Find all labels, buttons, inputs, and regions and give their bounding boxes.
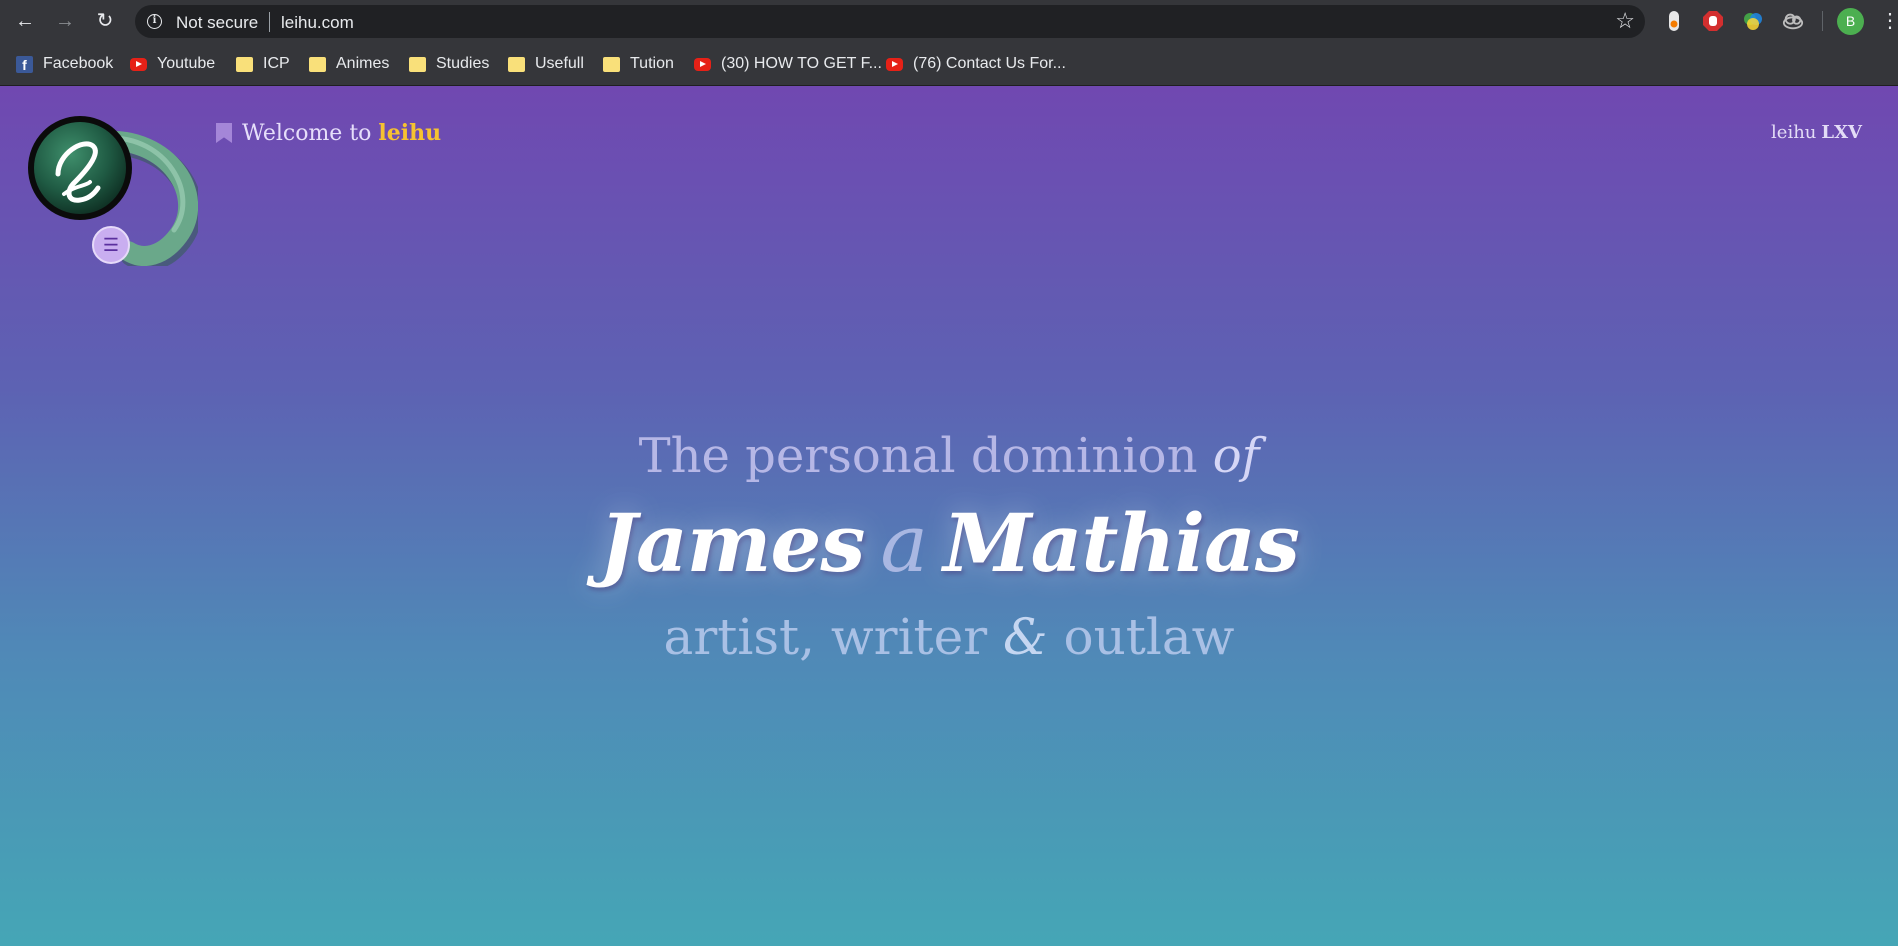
bookmark-label: ICP	[263, 55, 290, 72]
hero-line3-b: outlaw	[1063, 608, 1235, 666]
bookmark-label: Facebook	[43, 55, 114, 72]
url-text[interactable]: leihu.com	[281, 13, 354, 33]
address-separator	[269, 12, 270, 32]
cloud-extension-icon[interactable]	[1782, 10, 1804, 32]
folder-icon	[603, 56, 620, 72]
security-label[interactable]: Not secure	[176, 13, 258, 33]
facebook-icon: f	[16, 55, 33, 73]
bookmark-usefull[interactable]: Usefull	[508, 53, 584, 75]
bookmark-label: Tution	[630, 55, 674, 72]
youtube-icon	[694, 57, 711, 71]
bookmark-icp[interactable]: ICP	[236, 53, 290, 75]
bookmark-video-30[interactable]: (30) HOW TO GET F...	[694, 53, 882, 75]
hero-name: James a Mathias	[0, 496, 1898, 590]
hero-first-name: James	[599, 496, 865, 590]
hero-line3-a: artist, writer	[663, 608, 988, 666]
menu-button[interactable]: ☰	[92, 226, 130, 264]
bookmark-facebook[interactable]: f Facebook	[16, 53, 113, 75]
youtube-icon	[886, 57, 903, 71]
hero-tagline: The personal dominion of	[0, 428, 1898, 484]
back-arrow-icon[interactable]: ←	[12, 8, 38, 34]
forward-arrow-icon[interactable]: →	[52, 8, 78, 34]
reload-icon[interactable]: ↻	[92, 8, 118, 34]
bookmark-tution[interactable]: Tution	[603, 53, 674, 75]
bookmark-label: Studies	[436, 55, 490, 72]
address-bar[interactable]: i Not secure leihu.com ☆	[135, 5, 1645, 38]
version-number: LXV	[1821, 122, 1862, 143]
bookmark-animes[interactable]: Animes	[309, 53, 389, 75]
info-icon[interactable]: i	[147, 14, 162, 29]
more-menu-icon[interactable]: ⋮	[1880, 10, 1898, 32]
hero-subtitle: artist, writer & outlaw	[0, 608, 1898, 666]
bookmark-ribbon-icon	[216, 123, 232, 143]
bookmark-label: Animes	[336, 55, 390, 72]
pencil-extension-icon[interactable]	[1663, 10, 1685, 32]
bookmark-star-icon[interactable]: ☆	[1615, 8, 1635, 34]
welcome-banner: Welcome to leihu	[216, 120, 441, 146]
adblock-hand-icon[interactable]	[1702, 10, 1724, 32]
bookmark-label: Youtube	[157, 55, 216, 72]
bookmarks-bar: f Facebook Youtube ICP Animes Studies Us…	[0, 42, 1898, 86]
bookmark-label: (30) HOW TO GET F...	[721, 55, 882, 72]
welcome-text: Welcome to	[242, 120, 372, 146]
version-name: leihu	[1771, 122, 1817, 143]
brand-name[interactable]: leihu	[378, 120, 441, 146]
folder-icon	[236, 56, 253, 72]
folder-icon	[508, 56, 525, 72]
site-version[interactable]: leihu LXV	[1771, 122, 1862, 143]
hero-line1-text: The personal dominion	[638, 428, 1198, 484]
toolbar-divider	[1822, 11, 1823, 31]
folder-icon	[409, 56, 426, 72]
hero-line3-amp: &	[1003, 608, 1048, 666]
hero-middle: a	[880, 497, 928, 590]
color-pick-extension-icon[interactable]	[1742, 10, 1764, 32]
youtube-icon	[130, 57, 147, 71]
hamburger-icon: ☰	[102, 235, 120, 255]
bookmark-label: Usefull	[535, 55, 584, 72]
bookmark-video-76[interactable]: (76) Contact Us For...	[886, 53, 1066, 75]
hero-line1-of: of	[1212, 428, 1260, 484]
bookmark-label: (76) Contact Us For...	[913, 55, 1066, 72]
page-viewport: ☰ Welcome to leihu leihu LXV The personal…	[0, 86, 1898, 946]
bookmark-youtube[interactable]: Youtube	[130, 53, 215, 75]
profile-avatar[interactable]: B	[1837, 8, 1864, 35]
bookmark-studies[interactable]: Studies	[409, 53, 489, 75]
browser-toolbar: ← → ↻ i Not secure leihu.com ☆ B ⋮	[0, 0, 1898, 42]
folder-icon	[309, 56, 326, 72]
hero-last-name: Mathias	[943, 496, 1300, 590]
